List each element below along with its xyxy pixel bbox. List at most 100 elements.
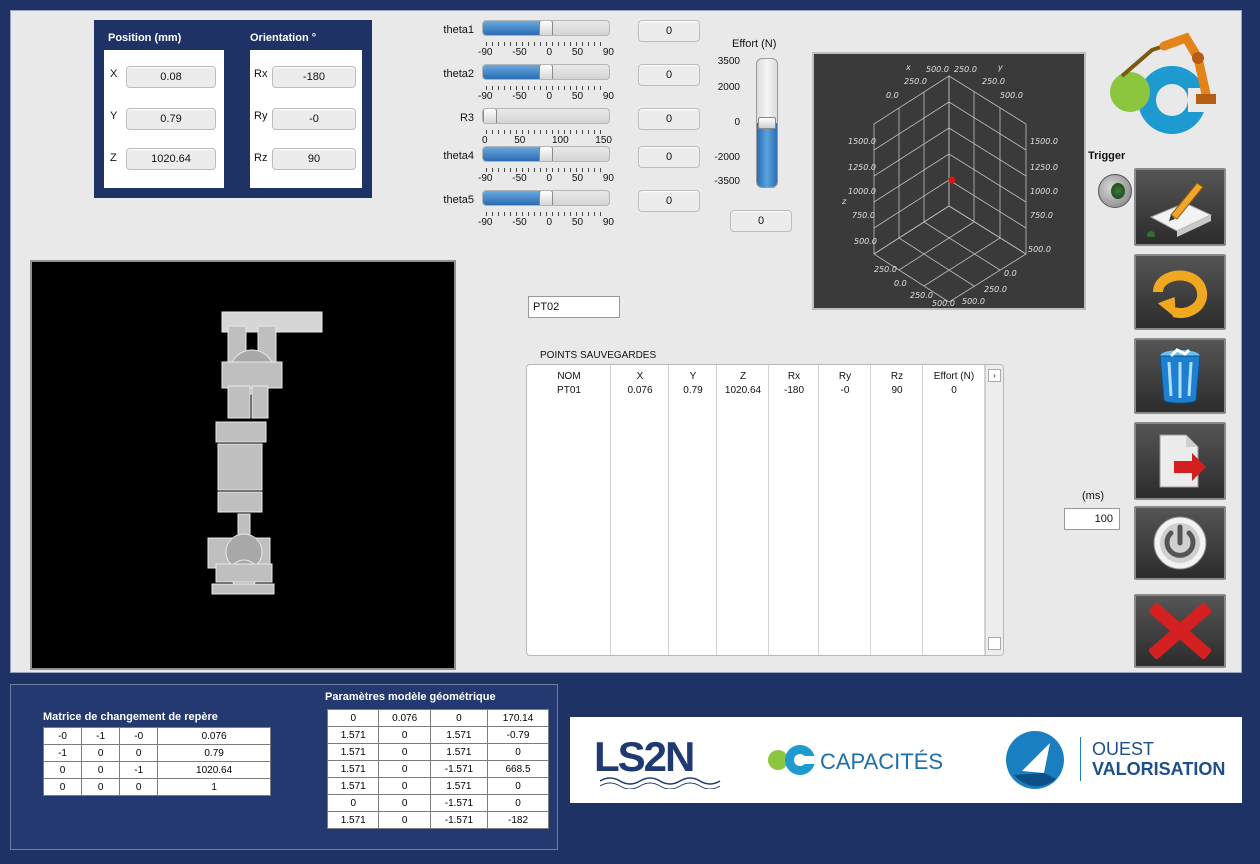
- joint-label: theta5: [443, 194, 474, 206]
- slider-thumb[interactable]: [539, 21, 553, 35]
- ouest-text: OUEST: [1092, 739, 1155, 759]
- tick-label: 100: [551, 135, 569, 146]
- save-point-button[interactable]: [1134, 168, 1226, 246]
- table-cell[interactable]: -0: [819, 385, 871, 396]
- scroll-down-arrow-icon[interactable]: [988, 637, 1001, 650]
- plot-tick-label: 1000.0: [1030, 187, 1058, 196]
- table-cell: -1: [119, 761, 159, 779]
- table-row: 1.571 0 1.571 0: [326, 777, 549, 795]
- period-input[interactable]: 100: [1064, 508, 1120, 530]
- table-row: 1.571 0 1.571 -0.79: [326, 726, 549, 744]
- transform-matrix-table: -0 -1 -0 0.076 -1 0 0 0.79 0 0 -1 1020.64 0 0 0 1: [42, 727, 271, 796]
- plot-tick-label: 1000.0: [848, 187, 876, 196]
- table-cell: 0: [119, 744, 159, 762]
- slider-scale: -90 -50 0 50 90: [478, 47, 614, 58]
- power-icon: [1153, 516, 1207, 570]
- table-column: [923, 365, 985, 655]
- table-scrollbar[interactable]: ›: [985, 365, 1003, 655]
- effort-scale-label: 3500: [717, 56, 740, 67]
- theta1-slider[interactable]: [482, 20, 610, 36]
- power-button[interactable]: [1134, 506, 1226, 580]
- effort-indicator: 0: [730, 210, 792, 232]
- table-cell: 668.5: [487, 760, 549, 778]
- tick-label: 50: [571, 217, 584, 228]
- table-cell[interactable]: -180: [769, 385, 819, 396]
- plot-tick-label: 250.0: [910, 291, 933, 300]
- effort-bar: [756, 58, 778, 188]
- trigger-led[interactable]: [1098, 174, 1132, 208]
- theta2-slider[interactable]: [482, 64, 610, 80]
- tick-label: 90: [602, 47, 614, 58]
- table-row: 1.571 0 -1.571 -182: [326, 811, 549, 829]
- table-cell: 0: [378, 726, 431, 744]
- plot-tick-label: 250.0: [954, 65, 977, 74]
- joint-label: theta2: [443, 68, 474, 80]
- replay-arrow-icon: [1153, 270, 1208, 318]
- column-header: Rz: [890, 371, 904, 382]
- robot-3d-view[interactable]: [30, 260, 456, 670]
- transform-matrix-title: Matrice de changement de repère: [43, 711, 218, 723]
- point-name-input[interactable]: PT02: [528, 296, 620, 318]
- table-cell: 0: [487, 777, 549, 795]
- slider-thumb[interactable]: [539, 147, 553, 161]
- table-cell: 0: [42, 761, 83, 779]
- slider-scale: 0 50 100 150: [482, 135, 612, 146]
- export-button[interactable]: [1134, 422, 1226, 500]
- table-cell[interactable]: PT01: [527, 385, 611, 396]
- plot-tick-label: 250.0: [874, 265, 897, 274]
- effort-title: Effort (N): [732, 38, 777, 50]
- ouest-valorisation-logo: OUEST VALORISATION: [1004, 727, 1234, 793]
- theta1-indicator: 0: [638, 20, 700, 42]
- scroll-up-arrow-icon[interactable]: ›: [988, 369, 1001, 382]
- partner-logos: LS2N CAPACITÉS OUEST VALORISATION: [570, 717, 1242, 803]
- table-cell: 0: [81, 761, 121, 779]
- effort-slider-thumb[interactable]: [758, 117, 776, 129]
- table-cell[interactable]: 90: [871, 385, 923, 396]
- tick-label: 0: [546, 91, 553, 102]
- theta5-slider[interactable]: [482, 190, 610, 206]
- parameters-panel: Matrice de changement de repère -0 -1 -0 0.…: [10, 684, 558, 850]
- table-row: 1.571 0 1.571 0: [326, 743, 549, 761]
- theta4-slider[interactable]: [482, 146, 610, 162]
- table-cell[interactable]: 0: [923, 385, 985, 396]
- table-cell[interactable]: 0.79: [669, 385, 717, 396]
- slider-thumb[interactable]: [539, 191, 553, 205]
- slider-scale: -90 -50 0 50 90: [478, 173, 614, 184]
- plot-tick-label: 500.0: [932, 299, 955, 308]
- tick-label: 50: [571, 91, 584, 102]
- trajectory-3d-plot[interactable]: 1500.0 1250.0 1000.0 750.0 500.0 1500.0 …: [812, 52, 1086, 310]
- export-file-icon: [1159, 434, 1206, 488]
- position-header: Position (mm): [108, 32, 182, 44]
- table-column: [717, 365, 769, 655]
- plot-3d-grid: 1500.0 1250.0 1000.0 750.0 500.0 1500.0 …: [841, 63, 1058, 308]
- table-row: -0 -1 -0 0.076: [42, 727, 271, 745]
- replay-button[interactable]: [1134, 254, 1226, 330]
- ls2n-logo: LS2N: [594, 731, 734, 789]
- tick-label: 50: [571, 47, 584, 58]
- table-cell: 0: [378, 794, 431, 812]
- slider-fill: [483, 65, 546, 79]
- table-cell[interactable]: 0.076: [611, 385, 669, 396]
- stop-button[interactable]: [1134, 594, 1226, 668]
- saved-points-title: POINTS SAUVEGARDES: [540, 350, 657, 361]
- delete-button[interactable]: [1134, 338, 1226, 414]
- tick-label: 150: [595, 135, 612, 146]
- plot-tick-label: 750.0: [852, 211, 875, 220]
- table-cell: 1.571: [326, 760, 380, 778]
- tick-label: -50: [512, 217, 527, 228]
- slider-scale: -90 -50 0 50 90: [478, 91, 614, 102]
- ry-indicator: -0: [272, 108, 356, 130]
- slider-thumb[interactable]: [483, 109, 497, 123]
- close-icon: [1149, 603, 1211, 659]
- plot-axis-label: z: [841, 197, 847, 206]
- r3-slider[interactable]: [482, 108, 610, 124]
- slider-thumb[interactable]: [539, 65, 553, 79]
- plot-tick-label: 1500.0: [848, 137, 876, 146]
- app-logo: [1102, 28, 1232, 138]
- tick-label: 0: [546, 217, 553, 228]
- saved-points-table[interactable]: NOM X Y Z Rx Ry Rz Effort (N) PT01 0.076…: [526, 364, 1004, 656]
- table-cell: 0.79: [157, 744, 271, 762]
- table-cell: 0: [429, 709, 489, 727]
- effort-scale-label: -3500: [714, 176, 740, 187]
- table-cell[interactable]: 1020.64: [717, 385, 769, 396]
